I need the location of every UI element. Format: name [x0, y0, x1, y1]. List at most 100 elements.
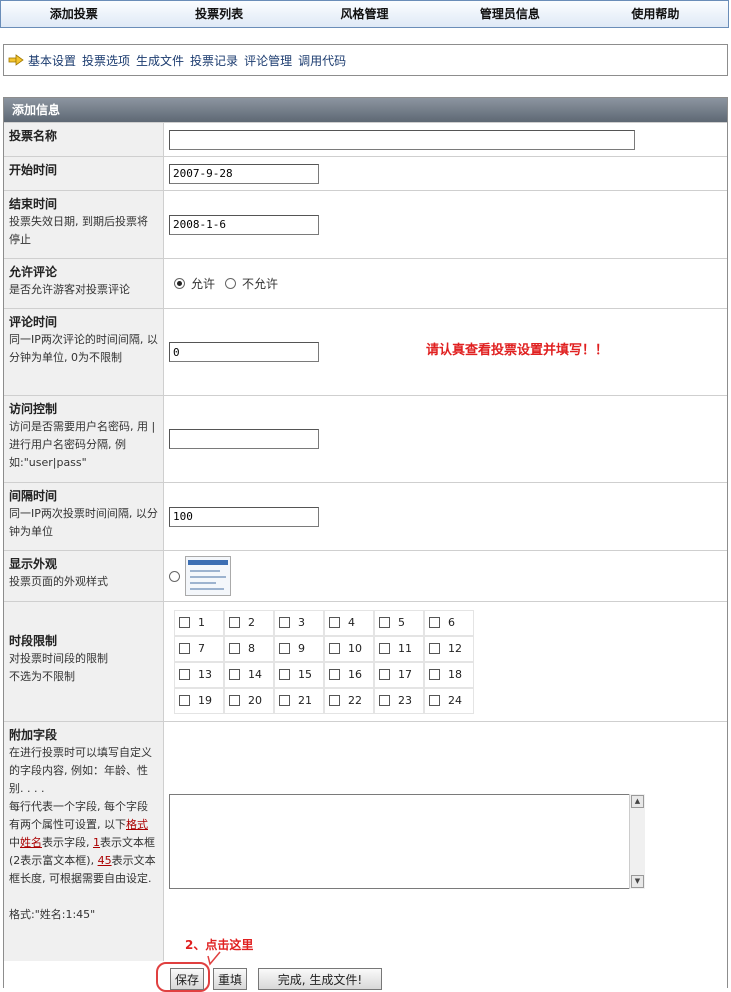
- hour-cell: 14: [224, 661, 274, 688]
- hour-cell: 17: [374, 661, 424, 688]
- access-control-input[interactable]: [169, 429, 319, 449]
- hour-checkbox[interactable]: [279, 669, 290, 680]
- row-vote-name: 投票名称: [4, 122, 727, 156]
- link-basic-settings[interactable]: 基本设置: [28, 52, 76, 69]
- row-appearance: 显示外观 投票页面的外观样式: [4, 550, 727, 601]
- hour-checkbox[interactable]: [329, 669, 340, 680]
- nav-help[interactable]: 使用帮助: [583, 1, 728, 27]
- nav-add-vote[interactable]: 添加投票: [1, 1, 146, 27]
- hour-checkbox[interactable]: [279, 617, 290, 628]
- start-time-input[interactable]: [169, 163, 319, 184]
- interval-label: 间隔时间: [9, 489, 58, 503]
- hour-checkbox[interactable]: [329, 617, 340, 628]
- hour-cell: 3: [274, 609, 324, 636]
- comment-allow-radio[interactable]: [174, 278, 185, 289]
- nav-admin-info[interactable]: 管理员信息: [437, 1, 582, 27]
- hour-cell: 18: [424, 661, 474, 688]
- row-start-time: 开始时间: [4, 156, 727, 190]
- hour-label: 11: [398, 642, 412, 655]
- hour-cell: 20: [224, 687, 274, 714]
- hour-label: 7: [198, 642, 205, 655]
- hour-checkbox[interactable]: [279, 643, 290, 654]
- link-embed-code[interactable]: 调用代码: [298, 52, 346, 69]
- hour-checkbox[interactable]: [179, 617, 190, 628]
- vote-name-input[interactable]: [169, 129, 635, 150]
- hour-checkbox[interactable]: [279, 695, 290, 706]
- hour-checkbox[interactable]: [429, 669, 440, 680]
- reset-button[interactable]: 重填: [213, 968, 247, 990]
- end-time-help: 投票失效日期, 到期后投票将停止: [9, 215, 148, 246]
- appearance-help: 投票页面的外观样式: [9, 575, 108, 588]
- save-button[interactable]: 保存: [170, 968, 204, 990]
- hour-checkbox[interactable]: [379, 617, 390, 628]
- hour-label: 10: [348, 642, 362, 655]
- hour-cell: 13: [174, 661, 224, 688]
- hour-label: 6: [448, 616, 455, 629]
- hour-checkbox[interactable]: [379, 695, 390, 706]
- hour-checkbox[interactable]: [179, 669, 190, 680]
- row-interval: 间隔时间 同一IP两次投票时间间隔, 以分钟为单位: [4, 482, 727, 550]
- textarea-scrollbar[interactable]: ▲ ▼: [629, 794, 645, 889]
- hour-cell: 15: [274, 661, 324, 688]
- hour-cell: 9: [274, 635, 324, 662]
- hour-checkbox[interactable]: [229, 669, 240, 680]
- hour-cell: 12: [424, 635, 474, 662]
- hour-cell: 19: [174, 687, 224, 714]
- comment-time-input[interactable]: [169, 342, 319, 362]
- arrow-right-icon: [8, 54, 24, 66]
- add-info-panel: 添加信息 投票名称 开始时间 结束时间 投票失效日期, 到期后投票将停止 允许评…: [3, 97, 728, 988]
- hour-checkbox[interactable]: [379, 669, 390, 680]
- interval-help: 同一IP两次投票时间间隔, 以分钟为单位: [9, 507, 158, 538]
- row-end-time: 结束时间 投票失效日期, 到期后投票将停止: [4, 190, 727, 258]
- hour-checkbox[interactable]: [329, 643, 340, 654]
- hour-label: 1: [198, 616, 205, 629]
- hour-label: 5: [398, 616, 405, 629]
- nav-style-manage[interactable]: 风格管理: [292, 1, 437, 27]
- scroll-down-icon[interactable]: ▼: [631, 875, 644, 888]
- link-vote-records[interactable]: 投票记录: [190, 52, 238, 69]
- hour-checkbox[interactable]: [229, 643, 240, 654]
- end-time-input[interactable]: [169, 214, 319, 235]
- generate-files-button[interactable]: 完成, 生成文件!: [258, 968, 382, 990]
- hour-label: 9: [298, 642, 305, 655]
- hour-cell: 11: [374, 635, 424, 662]
- hour-checkbox[interactable]: [229, 617, 240, 628]
- allow-comment-help: 是否允许游客对投票评论: [9, 283, 130, 296]
- appearance-label: 显示外观: [9, 557, 58, 571]
- hour-checkbox[interactable]: [179, 695, 190, 706]
- hour-cell: 1: [174, 609, 224, 636]
- link-generate-files[interactable]: 生成文件: [136, 52, 184, 69]
- hour-cell: 6: [424, 609, 474, 636]
- warning-text: 请认真查看投票设置并填写！！: [426, 343, 609, 358]
- time-slot-help-2: 不选为不限制: [9, 670, 75, 683]
- hour-checkbox[interactable]: [179, 643, 190, 654]
- hour-label: 13: [198, 668, 212, 681]
- hour-checkbox[interactable]: [429, 617, 440, 628]
- hour-checkbox[interactable]: [429, 695, 440, 706]
- nav-vote-list[interactable]: 投票列表: [146, 1, 291, 27]
- extra-fields-textarea[interactable]: [169, 794, 645, 889]
- hour-checkbox[interactable]: [379, 643, 390, 654]
- link-comment-manage[interactable]: 评论管理: [244, 52, 292, 69]
- interval-input[interactable]: [169, 506, 319, 527]
- hour-checkbox[interactable]: [329, 695, 340, 706]
- hour-cell: 21: [274, 687, 324, 714]
- extra-fields-label: 附加字段: [9, 728, 58, 742]
- hour-cell: 24: [424, 687, 474, 714]
- hour-checkbox[interactable]: [429, 643, 440, 654]
- scroll-up-icon[interactable]: ▲: [631, 795, 644, 808]
- hour-label: 21: [298, 694, 312, 707]
- style-thumbnail[interactable]: [185, 556, 231, 596]
- hour-checkbox[interactable]: [229, 695, 240, 706]
- comment-deny-radio[interactable]: [225, 278, 237, 289]
- hour-label: 24: [448, 694, 462, 707]
- hour-grid: 1 2 3 4 5 6 7 8 9 10 11 12 13 14 15 16 17 18 19 20 21 22 23 24: [174, 609, 474, 714]
- allow-comment-label: 允许评论: [9, 265, 58, 279]
- time-slot-help-1: 对投票时间段的限制: [9, 652, 108, 665]
- appearance-radio[interactable]: [169, 570, 180, 582]
- format-link: 格式: [126, 818, 148, 831]
- row-access-control: 访问控制 访问是否需要用户名密码, 用 |进行用户名密码分隔, 例如:"user…: [4, 395, 727, 482]
- hour-label: 20: [248, 694, 262, 707]
- link-vote-options[interactable]: 投票选项: [82, 52, 130, 69]
- row-allow-comment: 允许评论 是否允许游客对投票评论 允许 不允许: [4, 258, 727, 308]
